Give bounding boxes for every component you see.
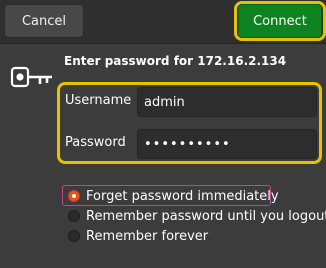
key-icon [10,66,52,88]
radio-forget-immediately[interactable]: Forget password immediately [68,186,279,206]
password-prompt: Enter password for 172.16.2.134 [64,54,287,68]
radio-label: Remember password until you logout [86,208,326,224]
username-label: Username [65,93,132,108]
radio-label: Forget password immediately [86,188,279,204]
password-field[interactable]: •••••••••• [137,129,317,159]
username-field[interactable]: admin [137,87,317,117]
connect-button[interactable]: Connect [238,4,322,38]
password-label: Password [65,135,126,150]
radio-remember-forever[interactable]: Remember forever [68,226,208,246]
radio-remember-until-logout[interactable]: Remember password until you logout [68,206,326,226]
cancel-button[interactable]: Cancel [4,4,84,38]
radio-selected-icon [68,190,80,202]
radio-unselected-icon [68,230,80,242]
radio-unselected-icon [68,210,80,222]
radio-label: Remember forever [86,228,209,244]
